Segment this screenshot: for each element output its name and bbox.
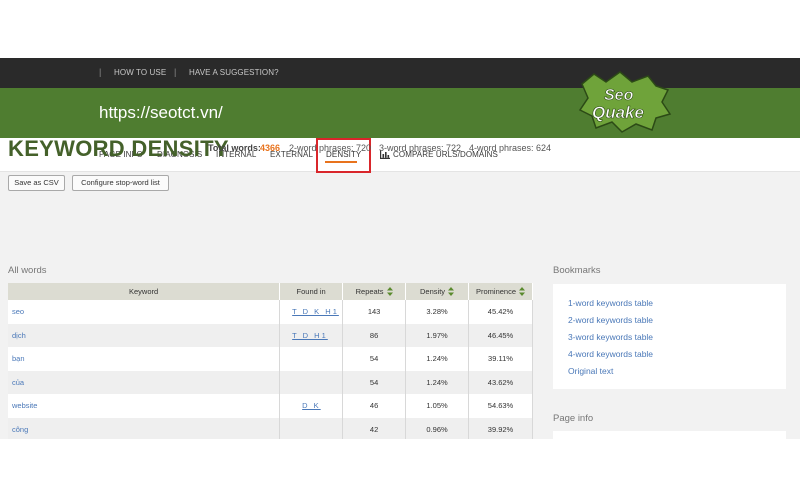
- svg-text:Seo: Seo: [604, 87, 634, 104]
- col-prominence[interactable]: Prominence: [468, 283, 533, 300]
- col-keyword: Keyword: [8, 283, 281, 300]
- seoquake-window: | HOW TO USE | HAVE A SUGGESTION? https:…: [0, 58, 800, 439]
- site-banner: https://seotct.vn/ Seo Quake: [0, 71, 800, 138]
- configure-stopwords-button[interactable]: Configure stop-word list: [72, 175, 169, 191]
- col-density[interactable]: Density: [405, 283, 469, 300]
- keyword-link[interactable]: website: [8, 394, 281, 418]
- sort-icon: [448, 287, 455, 297]
- repeats-cell: 86: [342, 323, 407, 347]
- prominence-cell: 39.92%: [468, 417, 533, 439]
- found-in-tags[interactable]: T D K H1: [279, 300, 344, 324]
- found-in-tags[interactable]: [279, 370, 344, 394]
- density-cell: 1.24%: [405, 347, 469, 371]
- sort-icon: [386, 287, 393, 297]
- density-cell: 1.97%: [405, 323, 469, 347]
- col-prominence-label: Prominence: [475, 286, 517, 296]
- three-word-phrases: 3-word phrases: 722: [379, 143, 462, 153]
- keyword-link[interactable]: của: [8, 370, 281, 394]
- site-url: https://seotct.vn/: [99, 103, 223, 122]
- top-bar: | HOW TO USE | HAVE A SUGGESTION?: [0, 58, 800, 88]
- page-info-label: Page info: [553, 413, 594, 424]
- page-info-panel: [553, 431, 786, 439]
- bookmark-link[interactable]: Original text: [568, 366, 613, 376]
- repeats-cell: 143: [342, 300, 407, 324]
- four-word-phrases: 4-word phrases: 624: [469, 143, 552, 153]
- repeats-cell: 54: [342, 370, 407, 394]
- two-word-phrases: 2-word phrases: 720: [289, 143, 372, 153]
- all-words-label: All words: [8, 265, 47, 276]
- density-cell: 3.28%: [405, 300, 469, 324]
- suggestion-link[interactable]: HAVE A SUGGESTION?: [189, 68, 279, 77]
- found-in-tags[interactable]: T D H1: [279, 323, 344, 347]
- bookmark-link[interactable]: 3-word keywords table: [568, 332, 653, 342]
- table-row: dịch T D H1 86 1.97% 46.45%: [8, 323, 533, 347]
- density-cell: 0.96%: [405, 417, 469, 439]
- bookmarks-panel: 1-word keywords table 2-word keywords ta…: [553, 284, 786, 389]
- bookmark-link[interactable]: 2-word keywords table: [568, 315, 653, 325]
- bookmarks-label: Bookmarks: [553, 265, 601, 276]
- table-row: bạn 54 1.24% 39.11%: [8, 347, 533, 371]
- bookmark-link[interactable]: 4-word keywords table: [568, 349, 653, 359]
- table-row: website D K 46 1.05% 54.63%: [8, 394, 533, 418]
- prominence-cell: 54.63%: [468, 394, 533, 418]
- repeats-cell: 46: [342, 394, 407, 418]
- sort-icon: [519, 287, 526, 297]
- keyword-link[interactable]: dịch: [8, 323, 281, 347]
- table-row: seo T D K H1 143 3.28% 45.42%: [8, 300, 533, 324]
- how-to-use-link[interactable]: HOW TO USE: [114, 68, 166, 77]
- col-repeats[interactable]: Repeats: [342, 283, 407, 300]
- table-row: của 54 1.24% 43.62%: [8, 370, 533, 394]
- col-found-in: Found in: [279, 283, 344, 300]
- separator: |: [99, 67, 102, 77]
- density-cell: 1.24%: [405, 370, 469, 394]
- separator: |: [174, 67, 177, 77]
- table-row: công 42 0.96% 39.92%: [8, 417, 533, 439]
- prominence-cell: 43.62%: [468, 370, 533, 394]
- keyword-link[interactable]: bạn: [8, 347, 281, 371]
- svg-text:Quake: Quake: [592, 103, 644, 122]
- total-words-label: Total words:: [208, 143, 261, 153]
- total-words-value: 4366: [260, 143, 281, 153]
- repeats-cell: 54: [342, 347, 407, 371]
- save-csv-button[interactable]: Save as CSV: [8, 175, 65, 191]
- keyword-link[interactable]: công: [8, 417, 281, 439]
- prominence-cell: 39.11%: [468, 347, 533, 371]
- found-in-tags[interactable]: [279, 347, 344, 371]
- prominence-cell: 46.45%: [468, 323, 533, 347]
- keyword-link[interactable]: seo: [8, 300, 281, 324]
- prominence-cell: 45.42%: [468, 300, 533, 324]
- repeats-cell: 42: [342, 417, 407, 439]
- col-repeats-label: Repeats: [355, 286, 384, 296]
- found-in-tags[interactable]: D K: [279, 394, 344, 418]
- col-density-label: Density: [420, 286, 446, 296]
- seoquake-logo: Seo Quake: [578, 71, 672, 133]
- page-title: KEYWORD DENSITY: [8, 136, 229, 161]
- found-in-tags[interactable]: [279, 417, 344, 439]
- bookmark-link[interactable]: 1-word keywords table: [568, 298, 653, 308]
- keyword-table: Keyword Found in Repeats Density Promine…: [8, 283, 533, 439]
- density-cell: 1.05%: [405, 394, 469, 418]
